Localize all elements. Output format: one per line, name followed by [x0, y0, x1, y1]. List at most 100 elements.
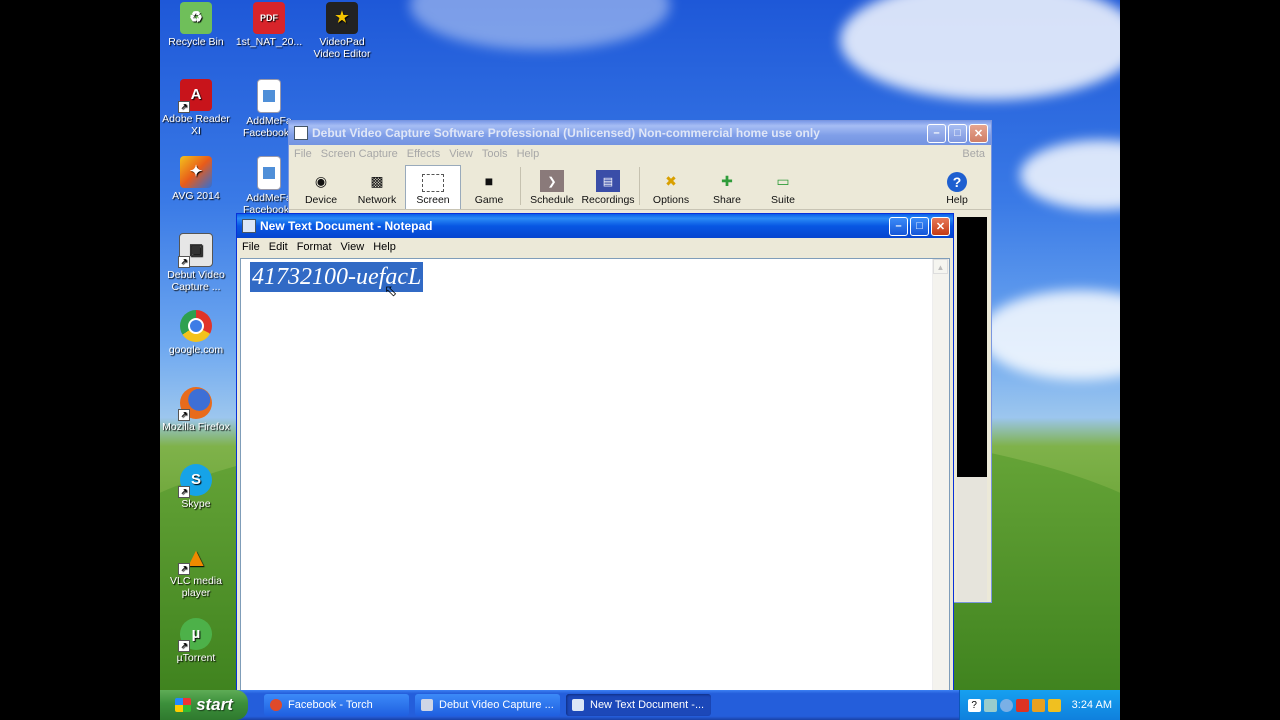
cloud [1020, 140, 1120, 210]
network-tray-icon[interactable] [983, 698, 997, 712]
screen-button[interactable]: Screen [405, 165, 461, 209]
shortcut-arrow-icon: ↗ [178, 563, 190, 575]
notepad-titlebar[interactable]: New Text Document - Notepad – □ ✕ [237, 214, 953, 238]
menu-view[interactable]: View [449, 148, 473, 160]
options-icon: ✖ [665, 172, 677, 189]
tool-label: Recordings [581, 194, 635, 206]
webcam-icon: ◉ [314, 172, 328, 189]
debut-app-icon [294, 126, 308, 140]
game-button[interactable]: ■ Game [461, 165, 517, 209]
menu-tools[interactable]: Tools [482, 148, 508, 160]
vertical-scrollbar[interactable]: ▲ [932, 259, 949, 690]
desktop-icon-avg[interactable]: ✦ AVG 2014 [160, 156, 232, 202]
desktop-icon-vlc[interactable]: ▲ ↗ VLC media player [160, 541, 232, 599]
torch-browser-icon [270, 699, 282, 711]
task-facebook-torch[interactable]: Facebook - Torch [264, 694, 409, 716]
menu-file[interactable]: File [294, 148, 312, 160]
suite-icon: ▭ [776, 172, 790, 189]
schedule-button[interactable]: ❯ Schedule [524, 165, 580, 209]
tool-label: Game [474, 194, 504, 206]
debut-titlebar[interactable]: Debut Video Capture Software Professiona… [289, 121, 991, 145]
minimize-button[interactable]: – [927, 123, 946, 143]
debut-side-panel [957, 477, 987, 601]
tool-label: Options [652, 194, 690, 206]
maximize-button[interactable]: □ [910, 216, 929, 236]
help-button[interactable]: ? Help [929, 165, 985, 209]
notepad-menubar: File Edit Format View Help [237, 238, 953, 256]
firefox-icon: ↗ [178, 387, 212, 421]
shield-tray-icon[interactable] [1031, 698, 1045, 712]
desktop-icon-firefox[interactable]: ↗ Mozilla Firefox [160, 387, 232, 433]
task-notepad[interactable]: New Text Document -... [566, 694, 711, 716]
debut-toolbar: ◉ Device ▩ Network Screen ■ Game ❯ Schedule … [289, 163, 991, 210]
windows-logo-icon [175, 698, 192, 712]
menu-file[interactable]: File [242, 241, 260, 253]
tool-label: Schedule [530, 194, 574, 206]
tool-label: Help [946, 194, 968, 206]
desktop-icon-utorrent[interactable]: µ ↗ µTorrent [160, 618, 232, 664]
skype-icon: S ↗ [178, 464, 212, 498]
network-button[interactable]: ▩ Network [349, 165, 405, 209]
warning-tray-icon[interactable] [1047, 698, 1061, 712]
cloud [840, 0, 1120, 100]
menu-effects[interactable]: Effects [407, 148, 440, 160]
cloud [980, 290, 1120, 380]
scroll-up-arrow-icon[interactable]: ▲ [933, 259, 948, 274]
menu-view[interactable]: View [341, 241, 365, 253]
desktop-icon-label: 1st_NAT_20... [235, 36, 303, 48]
menu-format[interactable]: Format [297, 241, 332, 253]
desktop: ♻ Recycle Bin PDF 1st_NAT_20... ★ VideoP… [160, 0, 1120, 720]
tool-label: Suite [771, 194, 795, 206]
text-editor[interactable]: 41732100-uefacL ⬁ ▲ [240, 258, 950, 691]
desktop-icon-skype[interactable]: S ↗ Skype [160, 464, 232, 510]
minimize-button[interactable]: – [889, 216, 908, 236]
device-button[interactable]: ◉ Device [293, 165, 349, 209]
schedule-icon: ❯ [540, 170, 564, 192]
vlc-icon: ▲ ↗ [178, 541, 212, 575]
clock[interactable]: 3:24 AM [1072, 699, 1112, 711]
menu-edit[interactable]: Edit [269, 241, 288, 253]
recordings-button[interactable]: ▤ Recordings [580, 165, 636, 209]
desktop-icon-label: Adobe Reader XI [162, 113, 230, 137]
desktop-icon-google[interactable]: google.com [160, 310, 232, 356]
utorrent-icon: µ ↗ [178, 618, 212, 652]
desktop-icon-label: Debut Video Capture ... [167, 269, 225, 293]
share-button[interactable]: ✚ Share [699, 165, 755, 209]
shortcut-arrow-icon: ↗ [178, 409, 190, 421]
options-button[interactable]: ✖ Options [643, 165, 699, 209]
desktop-icon-pdf[interactable]: PDF 1st_NAT_20... [233, 2, 305, 48]
window-title: New Text Document - Notepad [260, 219, 433, 233]
desktop-icon-label: µTorrent [176, 652, 216, 664]
security-tray-icon[interactable] [1015, 698, 1029, 712]
start-button[interactable]: start [160, 690, 248, 720]
menu-screen-capture[interactable]: Screen Capture [321, 148, 398, 160]
pdf-file-icon: PDF [253, 2, 285, 34]
desktop-icon-label: VLC media player [170, 575, 222, 599]
notepad-app-icon [572, 699, 584, 711]
task-debut[interactable]: Debut Video Capture ... [415, 694, 560, 716]
task-label: New Text Document -... [590, 699, 705, 711]
taskbar: start Facebook - Torch Debut Video Captu… [160, 690, 1120, 720]
menu-help[interactable]: Help [373, 241, 396, 253]
help-tray-icon[interactable]: ? [967, 698, 981, 712]
beta-label: Beta [962, 148, 985, 160]
tool-label: Network [357, 194, 397, 206]
avg-icon: ✦ [180, 156, 212, 188]
close-button[interactable]: ✕ [969, 123, 988, 143]
start-label: start [196, 695, 233, 714]
help-icon: ? [947, 172, 967, 192]
menu-help[interactable]: Help [517, 148, 540, 160]
maximize-button[interactable]: □ [948, 123, 967, 143]
suite-button[interactable]: ▭ Suite [755, 165, 811, 209]
expand-tray-icon[interactable] [999, 698, 1013, 712]
desktop-icon-videopad[interactable]: ★ VideoPad Video Editor [306, 2, 378, 60]
mouse-cursor-icon: ⬁ [384, 283, 398, 300]
gamepad-icon: ■ [484, 173, 494, 189]
close-button[interactable]: ✕ [931, 216, 950, 236]
desktop-icon-label: VideoPad Video Editor [313, 36, 371, 60]
recordings-icon: ▤ [596, 170, 620, 192]
desktop-icon-debut[interactable]: ▣ ↗ Debut Video Capture ... [160, 233, 232, 293]
desktop-icon-recycle-bin[interactable]: ♻ Recycle Bin [160, 2, 232, 48]
toolbar-separator [520, 167, 521, 205]
desktop-icon-adobe-reader[interactable]: A ↗ Adobe Reader XI [160, 79, 232, 137]
